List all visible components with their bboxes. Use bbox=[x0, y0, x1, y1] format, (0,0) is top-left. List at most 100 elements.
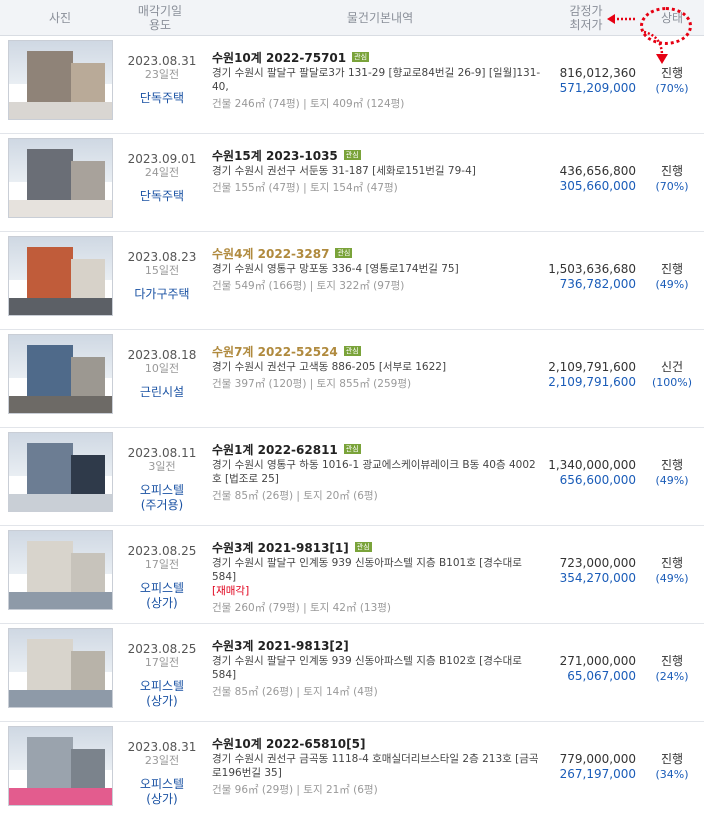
table-row[interactable]: 2023.08.11 3일전 오피스텔 (주거용) 수원1계 2022-6281… bbox=[0, 428, 704, 526]
case-number-link[interactable]: 수원4계 2022-3287 bbox=[212, 247, 329, 261]
table-row[interactable]: 2023.08.31 23일전 단독주택 수원10계 2022-75701 관심 … bbox=[0, 36, 704, 134]
table-row[interactable]: 2023.08.31 23일전 오피스텔 (상가) 수원10계 2022-658… bbox=[0, 722, 704, 817]
property-type-link[interactable]: 단독주택 bbox=[118, 189, 206, 204]
table-header: 사진 매각기일 용도 물건기본내역 감정가 최저가 상태 bbox=[0, 0, 704, 36]
property-photo[interactable] bbox=[8, 726, 113, 806]
days-left: 10일전 bbox=[144, 362, 180, 375]
area-info: 건물 85㎡ (26평) | 토지 14㎡ (4평) bbox=[212, 686, 378, 698]
photo-building bbox=[27, 149, 73, 203]
interest-badge[interactable]: 관심 bbox=[343, 346, 361, 356]
table-row[interactable]: 2023.09.01 24일전 단독주택 수원15계 2023-1035 관심 경… bbox=[0, 134, 704, 232]
case-number-line[interactable]: 수원3계 2021-9813[2] bbox=[212, 639, 542, 654]
property-photo[interactable] bbox=[8, 334, 113, 414]
property-type[interactable]: 단독주택 bbox=[118, 91, 206, 106]
table-row[interactable]: 2023.08.23 15일전 다가구주택 수원4계 2022-3287 관심 경… bbox=[0, 232, 704, 330]
status-percent: (49%) bbox=[655, 572, 689, 585]
property-type-link[interactable]: 오피스텔 (상가) bbox=[118, 679, 206, 709]
property-subtype[interactable]: (상가) bbox=[118, 596, 206, 611]
table-row[interactable]: 2023.08.25 17일전 오피스텔 (상가) 수원3계 2021-9813… bbox=[0, 624, 704, 722]
minimum-price: 65,067,000 bbox=[567, 669, 636, 683]
property-photo[interactable] bbox=[8, 236, 113, 316]
minimum-price: 305,660,000 bbox=[559, 179, 636, 193]
property-type-link[interactable]: 근린시설 bbox=[118, 385, 206, 400]
area-info: 건물 155㎡ (47평) | 토지 154㎡ (47평) bbox=[212, 182, 398, 194]
photo-building bbox=[71, 553, 105, 595]
property-info: 수원10계 2022-65810[5] 경기 수원시 권선구 금곡동 1118-… bbox=[212, 737, 542, 798]
property-photo[interactable] bbox=[8, 138, 113, 218]
case-number-line[interactable]: 수원1계 2022-62811 관심 bbox=[212, 443, 542, 458]
case-number-link[interactable]: 수원3계 2021-9813[1] bbox=[212, 541, 349, 555]
property-address: 경기 수원시 권선구 서둔동 31-187 [세화로151번길 79-4] bbox=[212, 165, 476, 177]
property-type-link[interactable]: 단독주택 bbox=[118, 91, 206, 106]
photo-building bbox=[71, 749, 105, 791]
photo-building bbox=[71, 455, 105, 497]
case-number-line[interactable]: 수원15계 2023-1035 관심 bbox=[212, 149, 542, 164]
case-number-line[interactable]: 수원4계 2022-3287 관심 bbox=[212, 247, 542, 262]
property-type[interactable]: 단독주택 bbox=[118, 189, 206, 204]
price-cell: 2,109,791,600 2,109,791,600 bbox=[540, 360, 636, 390]
property-address: 경기 수원시 팔달구 팔달로3가 131-29 [향교로84번길 26-9] [… bbox=[212, 67, 541, 93]
interest-badge[interactable]: 관심 bbox=[335, 248, 353, 258]
property-type[interactable]: 오피스텔 bbox=[118, 581, 206, 596]
sale-date: 2023.08.31 bbox=[127, 54, 197, 68]
price-cell: 436,656,800 305,660,000 bbox=[540, 164, 636, 194]
property-type[interactable]: 근린시설 bbox=[118, 385, 206, 400]
case-number-link[interactable]: 수원1계 2022-62811 bbox=[212, 443, 338, 457]
case-number-line[interactable]: 수원10계 2022-75701 관심 bbox=[212, 51, 542, 66]
property-type-link[interactable]: 오피스텔 (주거용) bbox=[118, 483, 206, 513]
property-type-link[interactable]: 오피스텔 (상가) bbox=[118, 777, 206, 807]
property-type[interactable]: 다가구주택 bbox=[118, 287, 206, 302]
status-text: 신건 bbox=[660, 360, 684, 374]
case-number-link[interactable]: 수원10계 2022-65810[5] bbox=[212, 737, 365, 751]
price-cell: 271,000,000 65,067,000 bbox=[540, 654, 636, 684]
appraisal-price: 2,109,791,600 bbox=[548, 360, 636, 374]
property-type-link[interactable]: 다가구주택 bbox=[118, 287, 206, 302]
property-address: 경기 수원시 영통구 하동 1016-1 광교에스케이뷰레이크 B동 40층 4… bbox=[212, 459, 536, 485]
sale-date: 2023.09.01 bbox=[127, 152, 197, 166]
property-photo[interactable] bbox=[8, 628, 113, 708]
case-number-link[interactable]: 수원7계 2022-52524 bbox=[212, 345, 338, 359]
appraisal-price: 1,503,636,680 bbox=[548, 262, 636, 276]
minimum-price: 571,209,000 bbox=[559, 81, 636, 95]
property-photo[interactable] bbox=[8, 432, 113, 512]
property-info: 수원3계 2021-9813[1] 관심 경기 수원시 팔달구 인계동 939 신… bbox=[212, 541, 542, 616]
property-type-link[interactable]: 오피스텔 (상가) bbox=[118, 581, 206, 611]
table-row[interactable]: 2023.08.18 10일전 근린시설 수원7계 2022-52524 관심 경… bbox=[0, 330, 704, 428]
property-type[interactable]: 오피스텔 bbox=[118, 483, 206, 498]
status-text: 진행 bbox=[660, 654, 684, 668]
case-number-link[interactable]: 수원15계 2023-1035 bbox=[212, 149, 338, 163]
interest-badge[interactable]: 관심 bbox=[352, 52, 370, 62]
header-type-label: 용도 bbox=[148, 18, 172, 32]
case-number-link[interactable]: 수원10계 2022-75701 bbox=[212, 51, 346, 65]
property-photo[interactable] bbox=[8, 40, 113, 120]
price-cell: 723,000,000 354,270,000 bbox=[540, 556, 636, 586]
appraisal-price: 816,012,360 bbox=[559, 66, 636, 80]
property-type[interactable]: 오피스텔 bbox=[118, 679, 206, 694]
days-left: 17일전 bbox=[144, 558, 180, 571]
date-type-cell: 2023.08.11 3일전 오피스텔 (주거용) bbox=[118, 446, 206, 513]
case-number-line[interactable]: 수원10계 2022-65810[5] bbox=[212, 737, 542, 752]
reauction-tag: [재매각] bbox=[212, 585, 250, 597]
property-info: 수원10계 2022-75701 관심 경기 수원시 팔달구 팔달로3가 131-… bbox=[212, 51, 542, 112]
status-percent: (49%) bbox=[655, 278, 689, 291]
interest-badge[interactable]: 관심 bbox=[343, 150, 361, 160]
property-subtype[interactable]: (상가) bbox=[118, 792, 206, 807]
case-number-link[interactable]: 수원3계 2021-9813[2] bbox=[212, 639, 349, 653]
property-subtype[interactable]: (상가) bbox=[118, 694, 206, 709]
property-type[interactable]: 오피스텔 bbox=[118, 777, 206, 792]
interest-badge[interactable]: 관심 bbox=[343, 444, 361, 454]
property-info: 수원3계 2021-9813[2] 경기 수원시 팔달구 인계동 939 신동아… bbox=[212, 639, 542, 700]
case-number-line[interactable]: 수원7계 2022-52524 관심 bbox=[212, 345, 542, 360]
days-left: 23일전 bbox=[144, 754, 180, 767]
property-info: 수원15계 2023-1035 관심 경기 수원시 권선구 서둔동 31-187 … bbox=[212, 149, 542, 196]
property-photo[interactable] bbox=[8, 530, 113, 610]
price-cell: 779,000,000 267,197,000 bbox=[540, 752, 636, 782]
minimum-price: 267,197,000 bbox=[559, 767, 636, 781]
property-subtype[interactable]: (주거용) bbox=[118, 498, 206, 513]
case-number-line[interactable]: 수원3계 2021-9813[1] 관심 bbox=[212, 541, 542, 556]
photo-building bbox=[71, 63, 105, 105]
photo-building bbox=[27, 443, 73, 497]
interest-badge[interactable]: 관심 bbox=[354, 542, 372, 552]
property-address: 경기 수원시 권선구 고색동 886-205 [서부로 1622] bbox=[212, 361, 447, 373]
table-row[interactable]: 2023.08.25 17일전 오피스텔 (상가) 수원3계 2021-9813… bbox=[0, 526, 704, 624]
